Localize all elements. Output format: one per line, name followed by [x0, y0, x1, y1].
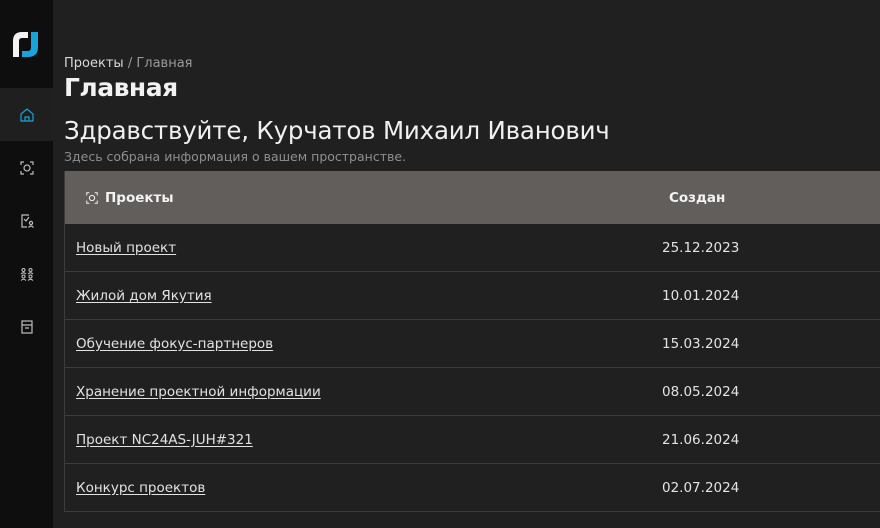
logo-icon[interactable]: [11, 29, 41, 59]
sidebar: [0, 0, 53, 528]
projects-icon: [19, 160, 34, 175]
breadcrumb-current: Главная: [136, 56, 193, 71]
breadcrumb-separator: /: [127, 56, 133, 71]
created-date: 21.06.2024: [662, 431, 740, 448]
table-row: Конкурс проектов 02.07.2024: [65, 464, 880, 512]
home-icon: [19, 107, 34, 122]
created-date: 15.03.2024: [662, 335, 740, 352]
nav-users[interactable]: [0, 247, 53, 300]
created-date: 10.01.2024: [662, 287, 740, 304]
table-row: Жилой дом Якутия 10.01.2024: [65, 272, 880, 320]
main-content: Проекты / Главная Главная Здравствуйте, …: [53, 0, 880, 528]
created-date: 25.12.2023: [662, 239, 740, 256]
project-link[interactable]: Проект NC24AS-JUH#321: [65, 432, 652, 448]
project-link[interactable]: Конкурс проектов: [65, 480, 652, 496]
column-header-projects[interactable]: Проекты: [65, 190, 652, 206]
page-title: Главная: [64, 73, 178, 102]
project-link[interactable]: Хранение проектной информации: [65, 384, 652, 400]
archive-icon: [20, 319, 33, 334]
nav-home[interactable]: [0, 88, 53, 141]
greeting-heading: Здравствуйте, Курчатов Михаил Иванович: [64, 116, 610, 145]
table-row: Новый проект 25.12.2023: [65, 224, 880, 272]
table-row: Хранение проектной информации 08.05.2024: [65, 368, 880, 416]
greeting-subtitle: Здесь собрана информация о вашем простра…: [64, 149, 407, 164]
projects-icon: [86, 191, 98, 204]
column-header-created[interactable]: Создан: [652, 190, 725, 206]
breadcrumb: Проекты / Главная: [64, 56, 193, 71]
project-link[interactable]: Обучение фокус-партнеров: [65, 336, 652, 352]
column-header-label: Проекты: [105, 189, 174, 206]
projects-table: Проекты Создан Новый проект 25.12.2023 Жил…: [64, 171, 880, 512]
table-row: Проект NC24AS-JUH#321 21.06.2024: [65, 416, 880, 464]
table-header: Проекты Создан: [65, 171, 880, 224]
breadcrumb-root[interactable]: Проекты: [64, 56, 124, 71]
project-link[interactable]: Новый проект: [65, 240, 652, 256]
nav-tasks[interactable]: [0, 194, 53, 247]
nav-archive[interactable]: [0, 300, 53, 353]
task-user-icon: [20, 213, 34, 228]
created-date: 02.07.2024: [662, 479, 740, 496]
table-row: Обучение фокус-партнеров 15.03.2024: [65, 320, 880, 368]
project-link[interactable]: Жилой дом Якутия: [65, 288, 652, 304]
users-icon: [20, 267, 33, 281]
created-date: 08.05.2024: [662, 383, 740, 400]
nav-projects[interactable]: [0, 141, 53, 194]
